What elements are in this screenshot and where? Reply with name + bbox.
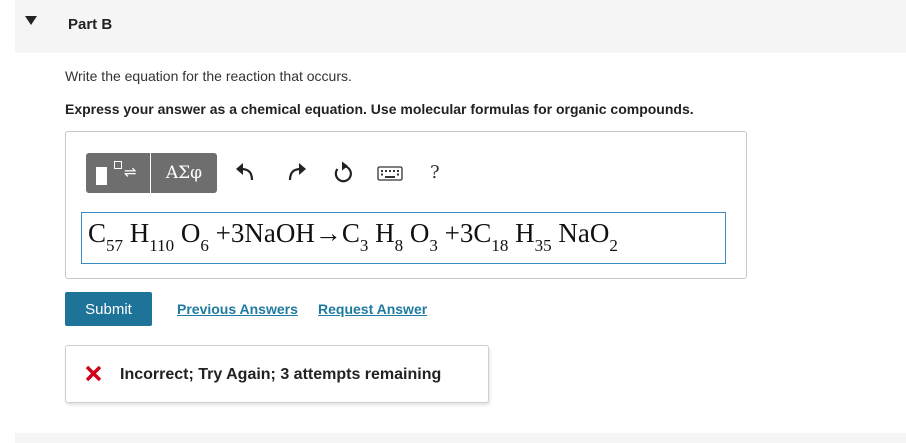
equation-term: +3NaOH→C (208, 218, 360, 248)
equation-subscript: 3 (429, 236, 438, 255)
redo-icon[interactable] (285, 160, 309, 186)
question-instruction: Write the equation for the reaction that… (65, 68, 352, 84)
feedback-message: Incorrect; Try Again; 3 attempts remaini… (120, 366, 442, 383)
template-block-icon (96, 167, 107, 185)
equation-term: H (368, 218, 395, 248)
equation-term: O (403, 218, 430, 248)
symbols-button[interactable]: ΑΣφ (151, 153, 217, 193)
keyboard-icon[interactable] (376, 160, 404, 186)
equation-subscript: 8 (394, 236, 404, 255)
feedback-box: Incorrect; Try Again; 3 attempts remaini… (65, 345, 489, 403)
help-button[interactable]: ? (430, 160, 446, 186)
equation-term: NaO (551, 218, 610, 248)
equation-subscript: 6 (200, 236, 209, 255)
part-title: Part B (68, 16, 113, 33)
next-part-strip (15, 433, 906, 443)
equilibrium-arrows-icon: ⇌ (124, 163, 137, 181)
equation-input-field[interactable]: C57 H110 O6 +3NaOH→C3 H8 O3 +3C18 H35 Na… (81, 212, 726, 264)
collapse-triangle-icon[interactable] (25, 16, 37, 25)
equation-term: +3C (437, 218, 492, 248)
equation-subscript: 57 (106, 236, 124, 255)
template-square-icon (114, 161, 122, 169)
x-icon (85, 365, 102, 382)
equation-subscript: 35 (534, 236, 552, 255)
part-header[interactable] (15, 0, 906, 53)
undo-icon[interactable] (233, 160, 257, 186)
equation-subscript: 18 (491, 236, 509, 255)
equation-term: H (508, 218, 535, 248)
previous-answers-link[interactable]: Previous Answers (177, 301, 298, 317)
equation-term: H (123, 218, 150, 248)
chemical-equation: C57 H110 O6 +3NaOH→C3 H8 O3 +3C18 H35 Na… (88, 218, 618, 254)
equation-term: C (88, 218, 107, 248)
equation-subscript: 110 (149, 236, 175, 255)
equation-subscript: 2 (609, 236, 618, 255)
templates-button[interactable]: ⇌ (86, 153, 150, 193)
submit-button[interactable]: Submit (65, 292, 152, 326)
request-answer-link[interactable]: Request Answer (318, 301, 427, 317)
equation-term: O (174, 218, 201, 248)
format-instruction: Express your answer as a chemical equati… (65, 101, 694, 117)
reset-icon[interactable] (331, 160, 355, 186)
